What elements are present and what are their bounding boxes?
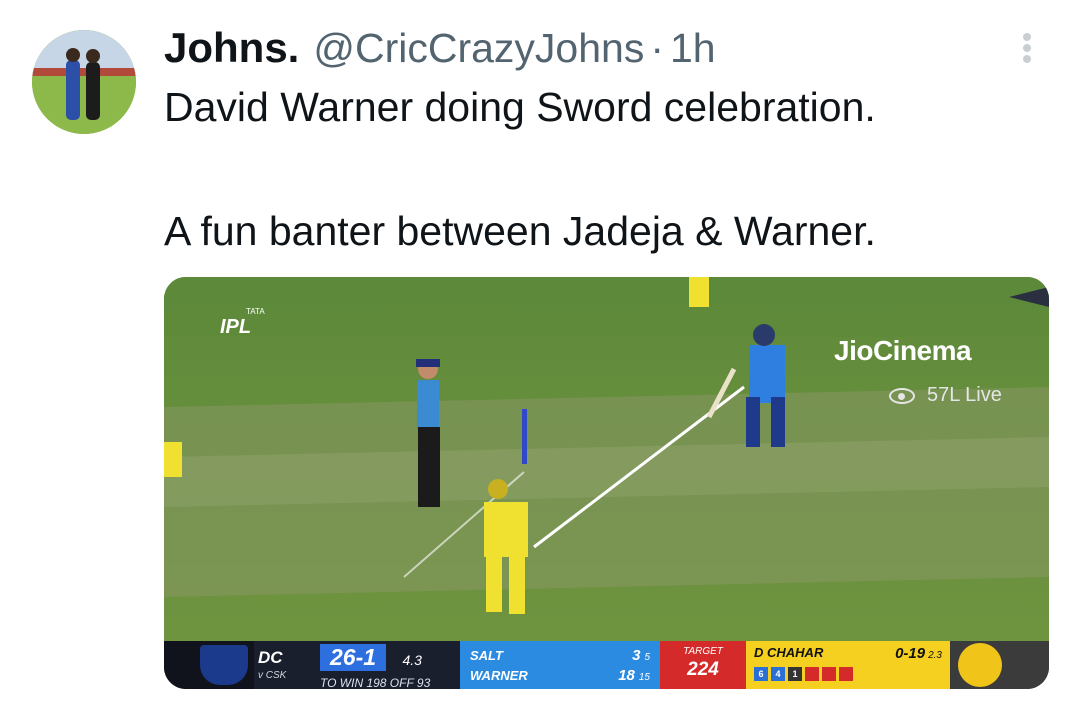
batter-1-name: SALT xyxy=(470,647,503,663)
dc-logo xyxy=(164,641,254,689)
ball-chip xyxy=(822,667,836,681)
author-handle[interactable]: @CricCrazyJohns xyxy=(313,25,644,72)
more-dot xyxy=(1023,44,1031,52)
target-block: TARGET 224 xyxy=(660,641,746,689)
score-block: 26-1 4.3 TO WIN 198 OFF 93 xyxy=(312,641,460,689)
batter-row: WARNER 18 15 xyxy=(470,665,650,685)
batter-1-runs: 3 xyxy=(632,646,641,664)
bowler-row: D CHAHAR 0-19 2.3 xyxy=(754,645,942,662)
live-viewers: 57L Live xyxy=(889,384,1002,407)
ball-chip: 6 xyxy=(754,667,768,681)
batter-2-name: WARNER xyxy=(470,667,528,683)
batters-block: SALT 35 WARNER 18 15 xyxy=(460,641,660,689)
ipl-logo: TATA IPL xyxy=(220,307,265,339)
batting-team: DC xyxy=(258,648,283,667)
ball-chip xyxy=(839,667,853,681)
author-avatar[interactable] xyxy=(32,30,136,134)
tweet-text-line-2: A fun banter between Jadeja & Warner. xyxy=(164,208,876,254)
target-label: TARGET xyxy=(683,646,723,657)
bowler-figures: 0-19 xyxy=(895,645,926,662)
cricket-field-scene xyxy=(164,277,1049,641)
ipl-label: IPL xyxy=(220,316,252,338)
ball-chip: 1 xyxy=(788,667,802,681)
opponent-team: v CSK xyxy=(258,670,287,681)
tata-label: TATA xyxy=(246,307,265,316)
batter-2-runs: 18 xyxy=(618,666,635,684)
scorebar: DC v CSK 26-1 4.3 TO WIN 198 OFF 93 SALT… xyxy=(164,641,1049,689)
bowler-overs: 2.3 xyxy=(928,650,942,661)
requirement-text: TO WIN 198 OFF 93 xyxy=(320,676,431,689)
batter-1-balls: 5 xyxy=(644,651,650,663)
more-dot xyxy=(1023,33,1031,41)
team-score: 26-1 xyxy=(320,644,387,671)
more-options-icon[interactable] xyxy=(1016,30,1038,70)
dc-shield-icon xyxy=(200,645,248,685)
viewer-count: 57L Live xyxy=(927,384,1002,406)
batter-row: SALT 35 xyxy=(470,645,650,665)
eye-icon xyxy=(889,387,915,404)
header-separator: · xyxy=(650,25,664,71)
overs: 4.3 xyxy=(402,652,422,668)
tweet-text-line-1: David Warner doing Sword celebration. xyxy=(164,84,876,130)
author-name[interactable]: Johns. xyxy=(164,24,299,72)
csk-logo xyxy=(950,641,1049,689)
bowler-name: D CHAHAR xyxy=(754,645,824,660)
broadcaster-label: JioCinema xyxy=(834,335,972,366)
this-over: 6 4 1 xyxy=(754,667,942,681)
ball-chip: 4 xyxy=(771,667,785,681)
ball-chip xyxy=(805,667,819,681)
tweet-media-image[interactable]: TATA IPL JioCinema 57L Live DC v CSK 26-… xyxy=(164,277,1049,689)
csk-crest-icon xyxy=(958,643,1002,687)
more-dot xyxy=(1023,55,1031,63)
bowler-block: D CHAHAR 0-19 2.3 6 4 1 xyxy=(746,641,950,689)
tweet-timestamp[interactable]: 1h xyxy=(670,25,716,72)
tweet-header: Johns. @CricCrazyJohns · 1h xyxy=(164,24,716,74)
team-block: DC v CSK xyxy=(254,641,312,689)
batter-2-balls: 15 xyxy=(638,671,650,683)
target-value: 224 xyxy=(687,659,719,680)
